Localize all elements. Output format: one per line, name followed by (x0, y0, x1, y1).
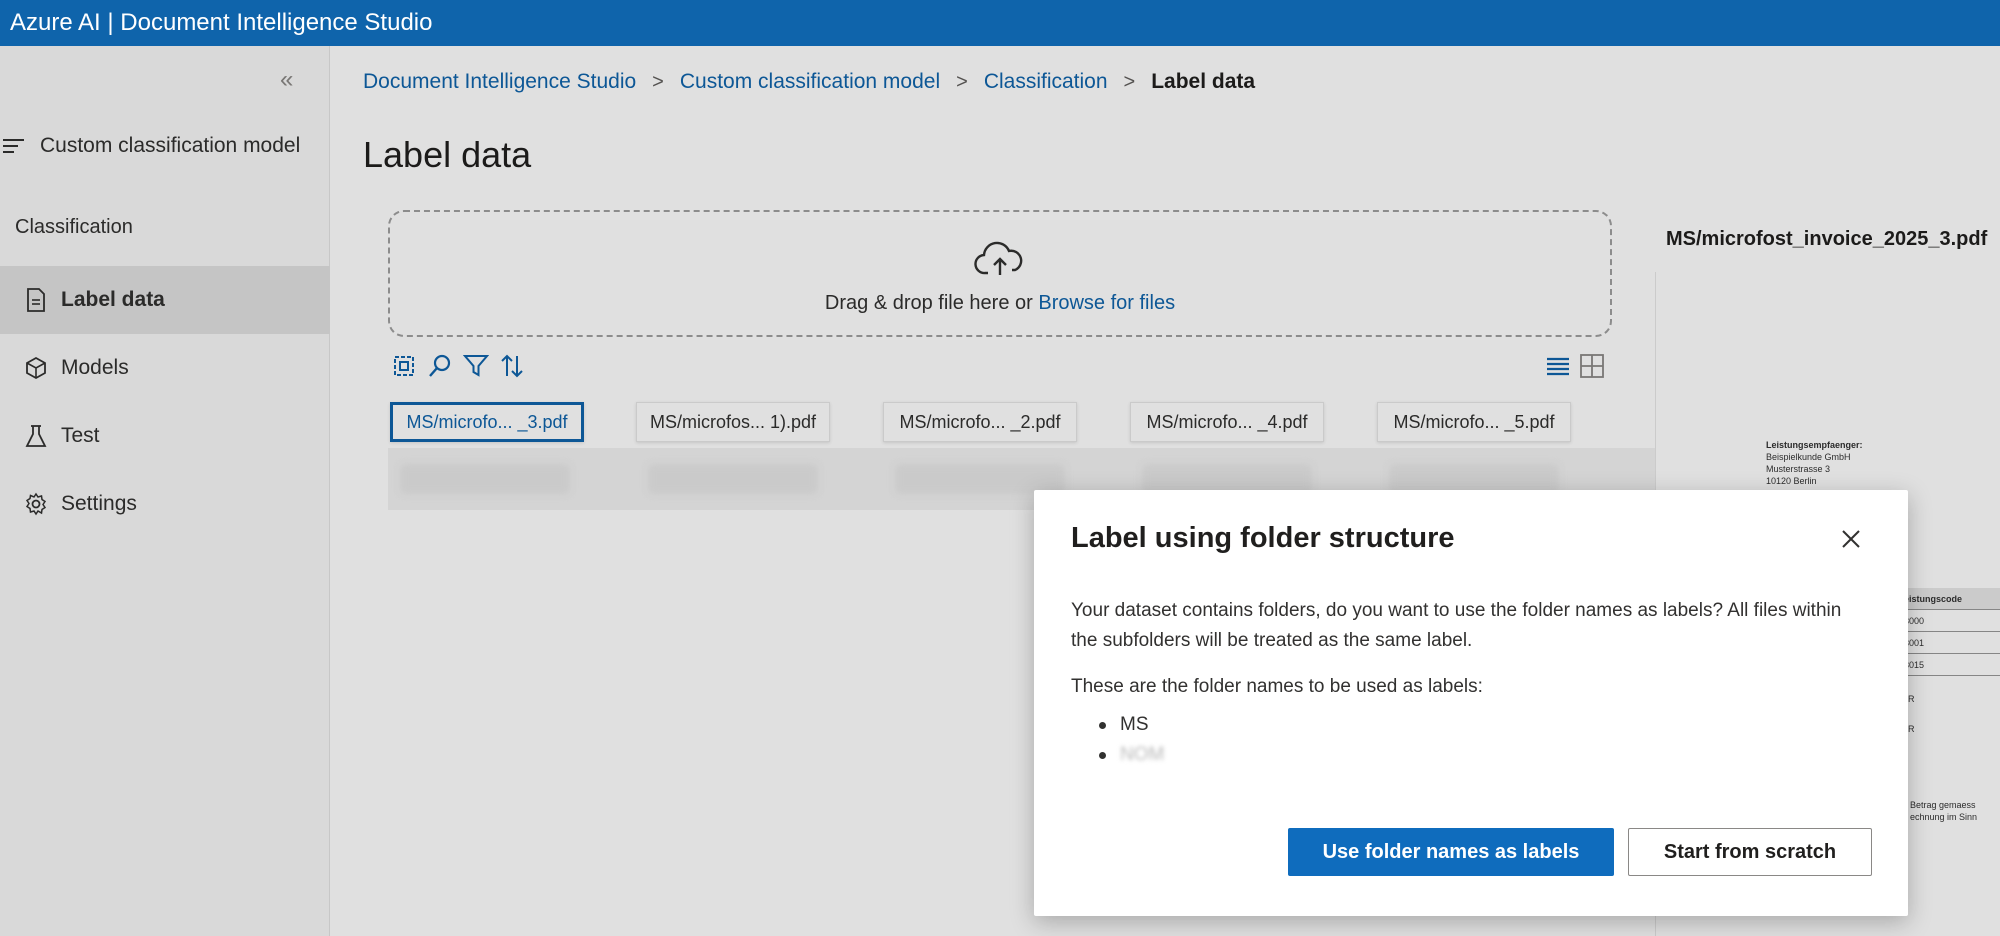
list-item: MS (1099, 710, 1164, 740)
label-folder-structure-dialog: Label using folder structure Your datase… (1034, 490, 1908, 916)
list-item: NOM (1099, 740, 1164, 770)
bullet-icon (1099, 721, 1106, 729)
folder-list-intro: These are the folder names to be used as… (1071, 676, 1483, 697)
close-icon[interactable] (1836, 524, 1866, 554)
folder-name: NOM (1120, 744, 1165, 765)
use-folder-names-button[interactable]: Use folder names as labels (1288, 828, 1614, 876)
bullet-icon (1099, 751, 1106, 759)
folder-label-list: MS NOM (1099, 710, 1164, 770)
app-header: Azure AI | Document Intelligence Studio (0, 0, 2000, 46)
folder-name: MS (1120, 714, 1149, 735)
start-from-scratch-button[interactable]: Start from scratch (1628, 828, 1872, 876)
dialog-message: Your dataset contains folders, do you wa… (1071, 600, 1842, 651)
app-title: Azure AI | Document Intelligence Studio (10, 9, 433, 36)
dialog-title: Label using folder structure (1071, 522, 1455, 554)
